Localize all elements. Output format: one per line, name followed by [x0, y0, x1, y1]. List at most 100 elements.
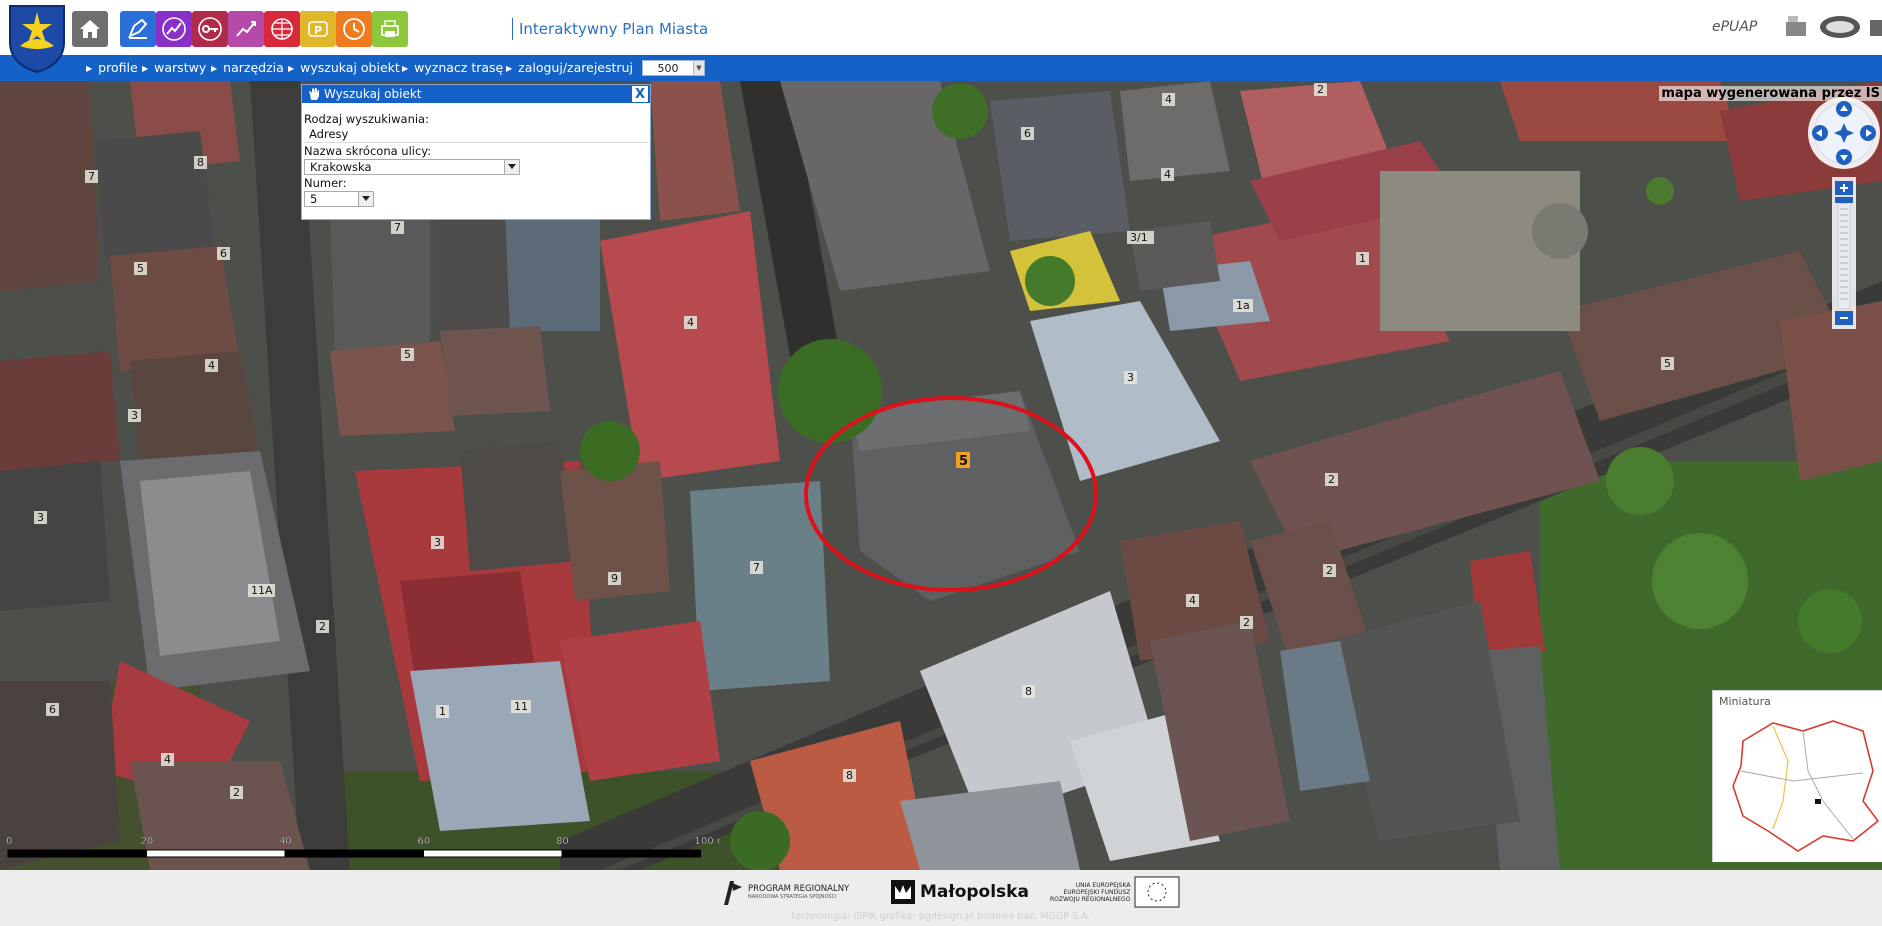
- street-label: Nazwa skrócona ulicy:: [304, 144, 432, 158]
- overview-minimap[interactable]: Miniatura: [1712, 690, 1882, 862]
- menu-item-profile[interactable]: ▶ profile: [86, 55, 138, 81]
- grid-globe-icon: [271, 18, 293, 40]
- tool-button-measure[interactable]: [156, 11, 192, 47]
- building-number-layer: 786543754346241a133/15239711A2481 1126428…: [34, 83, 1674, 799]
- epuap-link[interactable]: ePUAP: [1712, 14, 1757, 40]
- pen-hand-icon: [128, 18, 148, 39]
- malopolska-emblem-icon: [891, 880, 915, 904]
- tool-button-key[interactable]: [192, 11, 228, 47]
- search-type-value[interactable]: Adresy: [304, 127, 650, 143]
- svg-text:P: P: [314, 24, 322, 37]
- svg-text:5: 5: [1664, 357, 1671, 370]
- building-number-label: 3/1: [1127, 231, 1154, 244]
- scale-segment: [146, 849, 286, 858]
- building-number-label: 9: [608, 572, 621, 585]
- building-number-label: 2: [316, 620, 329, 633]
- building-number-label: 4: [205, 359, 218, 372]
- menu-item-wyszukaj-obiekt[interactable]: ▶ wyszukaj obiekt: [288, 55, 400, 81]
- svg-text:4: 4: [1164, 168, 1171, 181]
- building-number-label: 4: [1161, 168, 1174, 181]
- map-scale-bar: 0 20 40 60 80 100 m: [0, 822, 720, 862]
- menu-item-warstwy[interactable]: ▶ warstwy: [142, 55, 206, 81]
- scale-selector[interactable]: ▼: [642, 60, 705, 76]
- building-number-label: 5: [134, 262, 147, 275]
- building-number-label: 3: [34, 511, 47, 524]
- trash-link[interactable]: [1868, 14, 1882, 40]
- tool-button-print[interactable]: [372, 11, 408, 47]
- hand-drag-icon[interactable]: [307, 87, 321, 101]
- building-number-label: 2: [1314, 83, 1327, 96]
- street-select[interactable]: Krakowska: [304, 159, 520, 175]
- malopolska-logo: Małopolska: [890, 875, 1029, 909]
- building-number-label: 2: [230, 786, 243, 799]
- scale-label: 60: [418, 836, 431, 847]
- tool-button-trend[interactable]: [228, 11, 264, 47]
- program-sub: NARODOWA STRATEGIA SPÓJNOŚCI: [748, 894, 837, 900]
- tool-button-grid[interactable]: [264, 11, 300, 47]
- number-select-value: 5: [310, 192, 318, 206]
- footer: PROGRAM REGIONALNY NARODOWA STRATEGIA SP…: [0, 870, 1882, 926]
- number-select[interactable]: 5: [304, 191, 374, 207]
- malopolska-label: Małopolska: [920, 882, 1029, 902]
- pan-up-arrow[interactable]: [1836, 101, 1852, 117]
- zoom-slider-handle[interactable]: [1835, 197, 1853, 203]
- menu-item-wyznacz-trase[interactable]: ▶ wyznacz trasę: [402, 55, 503, 81]
- partner-link[interactable]: [1818, 14, 1862, 40]
- svg-text:8: 8: [1025, 685, 1032, 698]
- svg-text:1: 1: [439, 705, 446, 718]
- main-menu-bar: ▶ profile ▶ warstwy ▶ narzędzia ▶ wyszukaj o…: [0, 55, 1882, 81]
- svg-text:2: 2: [1326, 564, 1333, 577]
- building-number-label: 3: [431, 536, 444, 549]
- building-number-label: 1: [436, 705, 449, 718]
- scale-dropdown-arrow[interactable]: ▼: [693, 61, 704, 75]
- map-view[interactable]: 7 8 6 5 4 3 7 5 4 3 4 6 2 4 1a 1 3 3/1 5 2 3 9 7 11A 2 4 8 1 11 2 6 4 2 8…: [0, 81, 1882, 870]
- pan-left-arrow[interactable]: [1812, 125, 1828, 141]
- building-number-label: 6: [217, 247, 230, 260]
- trend-icon: [236, 21, 256, 37]
- chevron-down-icon[interactable]: [358, 192, 373, 206]
- zoom-out-button[interactable]: [1835, 311, 1853, 325]
- pan-down-arrow[interactable]: [1836, 149, 1852, 165]
- svg-text:4: 4: [208, 359, 215, 372]
- city-crest-logo[interactable]: [6, 2, 68, 74]
- scale-input[interactable]: [643, 61, 693, 75]
- svg-text:3: 3: [37, 511, 44, 524]
- credits-text: technologia: ISPiK grafika: pgdesign.pl …: [791, 911, 1091, 922]
- highlight-address-label: 5: [956, 452, 970, 469]
- building-number-label: 4: [161, 753, 174, 766]
- building-number-label: 4: [1162, 93, 1175, 106]
- building-number-label: 4: [684, 316, 697, 329]
- home-button[interactable]: [72, 11, 108, 47]
- menu-label: warstwy: [154, 60, 207, 75]
- building-number-label: 7: [85, 170, 98, 183]
- eu-line-1: UNIA EUROPEJSKA: [1075, 881, 1131, 889]
- bip-link[interactable]: [1784, 14, 1808, 40]
- tool-button-clock[interactable]: [336, 11, 372, 47]
- partner-logo-icon: [1820, 16, 1860, 38]
- menu-label: profile: [98, 60, 138, 75]
- clock-icon: [343, 18, 365, 40]
- minimap-viewport-marker[interactable]: [1815, 799, 1821, 804]
- minimap-outline: [1732, 720, 1880, 852]
- minimap-title: Miniatura: [1719, 695, 1771, 708]
- zoom-slider-track[interactable]: [1837, 196, 1851, 310]
- menu-item-zaloguj[interactable]: ▶ zaloguj/zarejestruj: [506, 55, 633, 81]
- tool-button-layers[interactable]: [120, 11, 156, 47]
- crest-icon: [9, 5, 65, 74]
- svg-text:6: 6: [220, 247, 227, 260]
- bin-icon: [1870, 20, 1882, 36]
- building-number-label: 7: [750, 561, 763, 574]
- pan-right-arrow[interactable]: [1860, 125, 1876, 141]
- menu-item-narzedzia[interactable]: ▶ narzędzia: [211, 55, 284, 81]
- panel-header[interactable]: Wyszukaj obiekt X: [302, 85, 650, 103]
- zoom-in-button[interactable]: [1835, 181, 1853, 195]
- svg-text:5: 5: [137, 262, 144, 275]
- svg-text:11A: 11A: [251, 584, 273, 597]
- program-regionalny-logo: PROGRAM REGIONALNY NARODOWA STRATEGIA SP…: [720, 875, 849, 909]
- tool-button-parking[interactable]: P: [300, 11, 336, 47]
- app-root: P Interaktywny Plan Miasta ePUAP ▶ profi…: [0, 0, 1882, 926]
- close-button[interactable]: X: [632, 86, 648, 102]
- svg-text:7: 7: [753, 561, 760, 574]
- chevron-down-icon[interactable]: [504, 160, 519, 174]
- scale-label: 80: [556, 836, 569, 847]
